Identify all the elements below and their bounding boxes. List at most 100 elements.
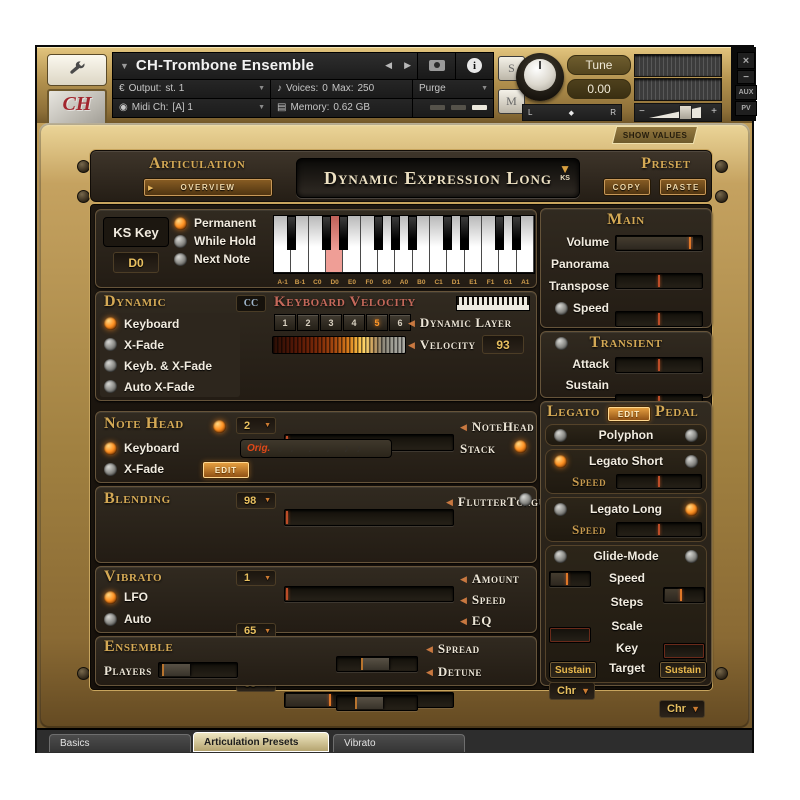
show-values-button[interactable]: SHOW VALUES: [612, 126, 698, 144]
glide-steps-box-left[interactable]: [549, 627, 591, 643]
led-indicator[interactable]: [685, 550, 698, 563]
overview-button[interactable]: ▶ OVERVIEW: [143, 178, 273, 197]
tab-articulation-presets[interactable]: Articulation Presets: [193, 732, 329, 752]
vibrato-option-auto[interactable]: Auto: [104, 612, 151, 626]
blending-value-select[interactable]: 98 ▼: [236, 492, 276, 509]
black-key[interactable]: [391, 216, 400, 250]
led-indicator[interactable]: [104, 463, 117, 476]
cc-button[interactable]: CC: [236, 295, 266, 312]
players-slider[interactable]: [158, 662, 238, 678]
dynamic-option-auto-xfade[interactable]: Auto X-Fade: [100, 376, 240, 397]
glide-steps-box-right[interactable]: [663, 643, 705, 659]
led-indicator[interactable]: [104, 380, 117, 393]
next-instrument-icon[interactable]: ▶: [398, 60, 417, 71]
led-indicator[interactable]: [554, 455, 567, 468]
tune-knob[interactable]: [516, 53, 564, 101]
led-indicator[interactable]: [685, 455, 698, 468]
half-note-icon[interactable]: ♩: [290, 443, 301, 455]
dynamic-option-xfade[interactable]: X-Fade: [100, 334, 240, 355]
snapshot-camera-button[interactable]: [417, 53, 455, 79]
led-indicator[interactable]: [685, 503, 698, 516]
note-head-option-keyboard[interactable]: Keyboard: [104, 441, 179, 455]
notehead-edit-button[interactable]: EDIT: [202, 461, 250, 479]
led-indicator[interactable]: [554, 550, 567, 563]
copy-button[interactable]: COPY: [603, 178, 651, 196]
led-indicator[interactable]: [174, 217, 187, 230]
black-key[interactable]: [408, 216, 417, 250]
ks-option-while-hold[interactable]: While Hold: [174, 234, 256, 248]
articulation-display[interactable]: Dynamic Expression Long ▼ KS: [296, 158, 580, 198]
led-indicator[interactable]: [174, 235, 187, 248]
scale-select-left[interactable]: Chr▼: [549, 682, 595, 700]
aux-button[interactable]: AUX: [735, 85, 757, 100]
tab-basics[interactable]: Basics: [49, 734, 191, 752]
target-button-right[interactable]: Sustain: [659, 661, 707, 679]
paste-button[interactable]: PASTE: [659, 178, 707, 196]
velocity-value[interactable]: 93: [482, 335, 524, 354]
wrench-button[interactable]: [47, 54, 107, 86]
tab-vibrato[interactable]: Vibrato: [333, 734, 465, 752]
notehead-duration-bar[interactable]: Orig. ○ ♩ ♩ ♩ ♪ ♪: [240, 439, 392, 458]
blending-slider[interactable]: [284, 509, 454, 526]
layer-button-4[interactable]: 4: [343, 314, 365, 331]
led-indicator[interactable]: [174, 253, 187, 266]
black-key[interactable]: [495, 216, 504, 250]
prev-instrument-icon[interactable]: ◀: [379, 60, 398, 71]
ks-option-permanent[interactable]: Permanent: [174, 216, 256, 230]
main-transpose-slider[interactable]: [615, 311, 703, 327]
volume-handle[interactable]: [679, 105, 692, 120]
glide-speed-slider-left[interactable]: [549, 571, 591, 587]
eighth-note-icon[interactable]: ♪: [344, 443, 350, 455]
eighth-note-icon[interactable]: ♪: [356, 443, 362, 455]
ks-dropdown[interactable]: ▼ KS: [559, 163, 571, 182]
target-button-left[interactable]: Sustain: [549, 661, 597, 679]
legato-edit-button[interactable]: EDIT: [607, 406, 651, 422]
minimize-button[interactable]: −: [737, 70, 755, 84]
legato-short-speed-slider[interactable]: [616, 474, 702, 489]
detune-slider[interactable]: [336, 695, 418, 711]
keyswitch-keyboard[interactable]: A-1B-1C0D0E0F0G0A0B0C1D1E1F1G1A1: [273, 215, 535, 274]
dynamic-option-keyb-xfade[interactable]: Keyb. & X-Fade: [100, 355, 240, 376]
ks-option-next-note[interactable]: Next Note: [174, 252, 256, 266]
stack-led[interactable]: [514, 440, 527, 453]
fluttertongue-led[interactable]: [519, 493, 532, 506]
black-key[interactable]: [374, 216, 383, 250]
layer-button-2[interactable]: 2: [297, 314, 319, 331]
vibrato-option-lfo[interactable]: LFO: [104, 590, 148, 604]
note-head-led[interactable]: [213, 420, 226, 433]
scale-select-right[interactable]: Chr▼: [659, 700, 705, 718]
black-key[interactable]: [443, 216, 452, 250]
purge-menu[interactable]: Purge ▼: [413, 80, 493, 98]
layer-button-1[interactable]: 1: [274, 314, 296, 331]
velocity-meter[interactable]: [272, 336, 406, 354]
main-panorama-slider[interactable]: [615, 273, 703, 289]
dynamic-option-keyboard[interactable]: Keyboard: [100, 313, 240, 334]
note-head-option-xfade[interactable]: X-Fade: [104, 462, 164, 476]
instrument-menu-icon[interactable]: ▼: [113, 61, 136, 71]
quarter-note-icon[interactable]: ♩: [308, 443, 319, 455]
black-key[interactable]: [512, 216, 521, 250]
led-indicator[interactable]: [685, 429, 698, 442]
glide-speed-slider-right[interactable]: [663, 587, 705, 603]
vibrato-amount-slider[interactable]: [284, 586, 454, 602]
quarter-note-icon[interactable]: ♩: [326, 443, 337, 455]
black-key[interactable]: [287, 216, 296, 250]
volume-slider[interactable]: − +: [634, 103, 722, 122]
midi-channel-select[interactable]: ◉ Midi Ch: [A] 1 ▼: [113, 99, 271, 117]
main-volume-slider[interactable]: [615, 235, 703, 251]
attack-slider[interactable]: [615, 357, 703, 373]
layer-button-5[interactable]: 5: [366, 314, 388, 331]
pv-button[interactable]: PV: [735, 101, 757, 116]
layer-button-3[interactable]: 3: [320, 314, 342, 331]
led-indicator[interactable]: [104, 359, 117, 372]
black-key[interactable]: [339, 216, 348, 250]
spread-slider[interactable]: [336, 656, 418, 672]
vibrato-amount-select[interactable]: 1▼: [236, 570, 276, 586]
led-indicator[interactable]: [104, 591, 117, 604]
led-indicator[interactable]: [104, 442, 117, 455]
tune-value[interactable]: 0.00: [567, 79, 631, 99]
polyphon-row[interactable]: Polyphon: [545, 424, 707, 446]
notehead-count-select[interactable]: 2 ▼: [236, 417, 276, 434]
whole-note-icon[interactable]: ○: [277, 444, 282, 454]
black-key[interactable]: [322, 216, 331, 250]
